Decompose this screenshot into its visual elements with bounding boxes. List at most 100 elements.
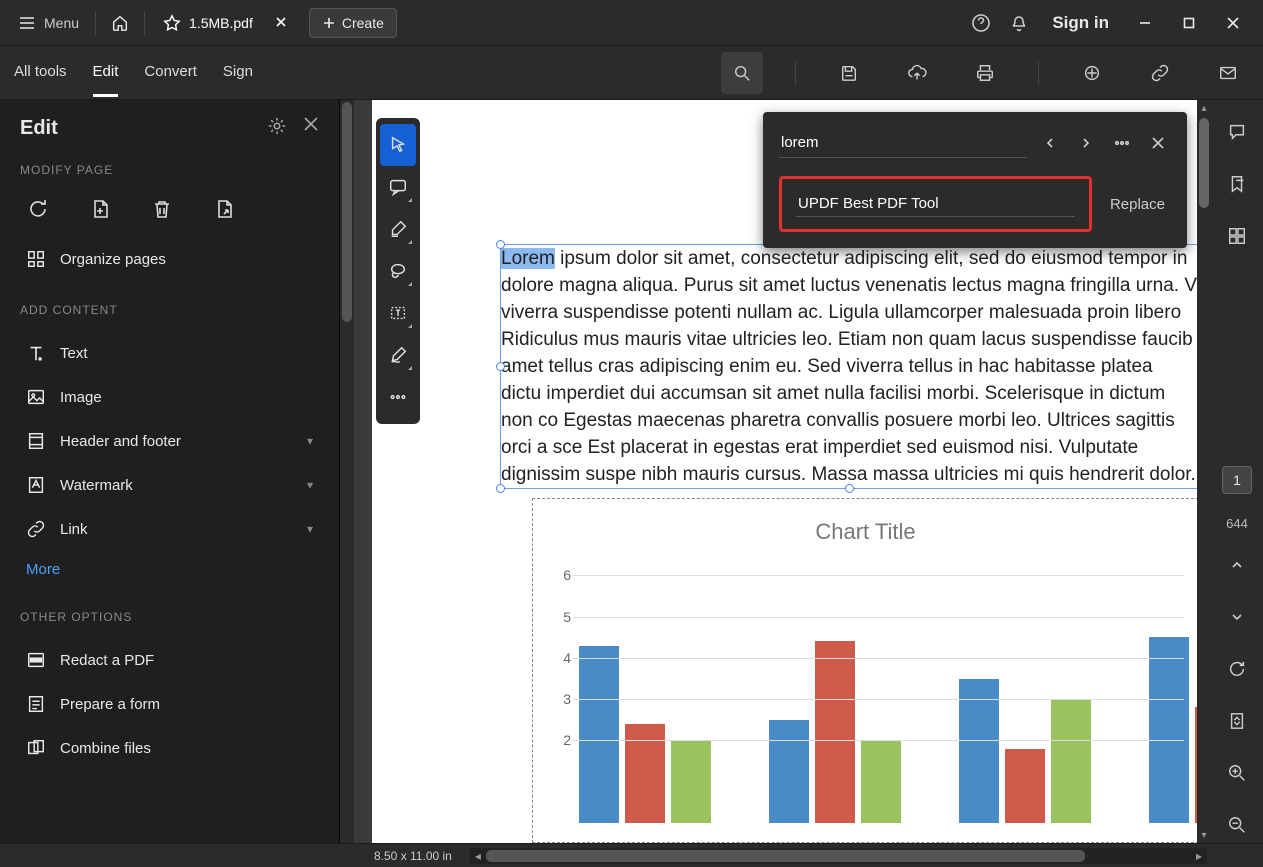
redact-button[interactable]: Redact a PDF [20, 638, 319, 682]
home-button[interactable] [102, 5, 138, 41]
bar-group [959, 563, 1091, 823]
current-page-input[interactable]: 1 [1222, 466, 1252, 494]
find-previous-button[interactable] [1037, 130, 1063, 156]
thumbnails-panel-button[interactable] [1219, 218, 1255, 254]
horizontal-scrollbar[interactable]: ◂ ▸ [470, 848, 1207, 864]
menu-sign[interactable]: Sign [223, 49, 253, 97]
window-close[interactable] [1211, 4, 1255, 42]
help-button[interactable] [962, 4, 1000, 42]
combine-files-button[interactable]: Combine files [20, 726, 319, 770]
watermark-button[interactable]: Watermark ▾ [20, 463, 319, 507]
delete-page-button[interactable] [144, 191, 180, 227]
window-minimize[interactable] [1123, 4, 1167, 42]
add-link-button[interactable]: Link ▾ [20, 507, 319, 551]
organize-pages-button[interactable]: Organize pages [20, 237, 319, 281]
create-button[interactable]: Create [309, 8, 397, 38]
print-button[interactable] [964, 52, 1006, 94]
menu-all-tools[interactable]: All tools [14, 49, 67, 97]
fit-page-button[interactable] [1219, 703, 1255, 739]
separator [144, 11, 145, 35]
replace-button[interactable]: Replace [1104, 196, 1171, 213]
resize-handle[interactable] [496, 362, 505, 371]
insert-page-button[interactable] [82, 191, 118, 227]
menu-edit[interactable]: Edit [93, 49, 119, 97]
highlight-tool[interactable] [380, 208, 416, 250]
window-maximize[interactable] [1167, 4, 1211, 42]
cloud-upload-button[interactable] [896, 52, 938, 94]
link-button[interactable] [1139, 52, 1181, 94]
search-match: Lorem [501, 248, 555, 269]
scroll-up-button[interactable]: ▴ [1197, 100, 1211, 116]
replace-input[interactable] [796, 191, 1075, 217]
scroll-right-button[interactable]: ▸ [1191, 849, 1207, 863]
page-down-button[interactable] [1219, 599, 1255, 635]
help-icon [971, 13, 991, 33]
zoom-in-button[interactable] [1219, 755, 1255, 791]
more-tools[interactable] [380, 376, 416, 418]
sign-in-button[interactable]: Sign in [1052, 13, 1109, 33]
rotate-view-button[interactable] [1219, 651, 1255, 687]
scrollbar-thumb[interactable] [1199, 118, 1209, 208]
find-close-button[interactable] [1145, 130, 1171, 156]
page-up-button[interactable] [1219, 547, 1255, 583]
select-tool[interactable] [380, 124, 416, 166]
replace-highlight-box [779, 176, 1092, 232]
rotate-button[interactable] [20, 191, 56, 227]
y-tick-label: 2 [563, 732, 571, 748]
resize-handle[interactable] [496, 484, 505, 493]
text-box-tool[interactable] [380, 292, 416, 334]
find-input[interactable] [779, 128, 1027, 158]
bar [861, 740, 901, 823]
bar [1005, 749, 1045, 823]
comment-icon [388, 177, 408, 197]
chart-bars [579, 563, 1184, 823]
sidebar-close-button[interactable] [303, 116, 319, 141]
more-icon [1114, 135, 1130, 151]
scroll-left-button[interactable]: ◂ [470, 849, 486, 863]
cloud-upload-icon [907, 63, 927, 83]
search-button[interactable] [721, 52, 763, 94]
add-text-button[interactable]: Text [20, 331, 319, 375]
extract-page-button[interactable] [206, 191, 242, 227]
zoom-out-button[interactable] [1219, 807, 1255, 843]
document-tab[interactable]: 1.5MB.pdf [151, 7, 299, 39]
more-link[interactable]: More [20, 551, 319, 588]
scroll-down-button[interactable]: ▾ [1197, 827, 1211, 843]
chart-container[interactable]: Chart Title 23456 [532, 498, 1199, 843]
sign-tool[interactable] [380, 334, 416, 376]
notifications-button[interactable] [1000, 4, 1038, 42]
add-content-section: ADD CONTENT [20, 303, 319, 317]
resize-handle[interactable] [845, 484, 854, 493]
bar [815, 641, 855, 823]
comment-tool[interactable] [380, 166, 416, 208]
add-text-label: Text [60, 345, 88, 362]
scrollbar-thumb[interactable] [342, 102, 352, 322]
save-button[interactable] [828, 52, 870, 94]
close-icon [275, 16, 287, 28]
sidebar-scrollbar[interactable] [340, 100, 354, 843]
text-block[interactable]: Lorem ipsum dolor sit amet, consectetur … [500, 244, 1199, 489]
chevron-right-icon [1080, 137, 1092, 149]
tab-close-button[interactable] [275, 15, 287, 31]
header-footer-button[interactable]: Header and footer ▾ [20, 419, 319, 463]
draw-tool[interactable] [380, 250, 416, 292]
bar-group [769, 563, 901, 823]
sidebar-settings-button[interactable] [267, 116, 287, 141]
watermark-icon [26, 475, 46, 495]
add-image-button[interactable]: Image [20, 375, 319, 419]
prepare-form-button[interactable]: Prepare a form [20, 682, 319, 726]
comments-panel-button[interactable] [1219, 114, 1255, 150]
app-menu-button[interactable]: Menu [8, 7, 89, 39]
bookmarks-panel-button[interactable] [1219, 166, 1255, 202]
scrollbar-thumb[interactable] [486, 850, 1085, 862]
total-pages: 644 [1226, 516, 1248, 531]
vertical-scrollbar[interactable]: ▴ ▾ [1197, 100, 1211, 843]
email-button[interactable] [1207, 52, 1249, 94]
document-canvas: Replace Lorem ipsum dolor sit amet, cons… [354, 100, 1211, 843]
find-next-button[interactable] [1073, 130, 1099, 156]
pdf-page[interactable]: Replace Lorem ipsum dolor sit amet, cons… [372, 100, 1199, 843]
find-options-button[interactable] [1109, 130, 1135, 156]
ai-assistant-button[interactable] [1071, 52, 1113, 94]
resize-handle[interactable] [496, 240, 505, 249]
menu-convert[interactable]: Convert [144, 49, 197, 97]
